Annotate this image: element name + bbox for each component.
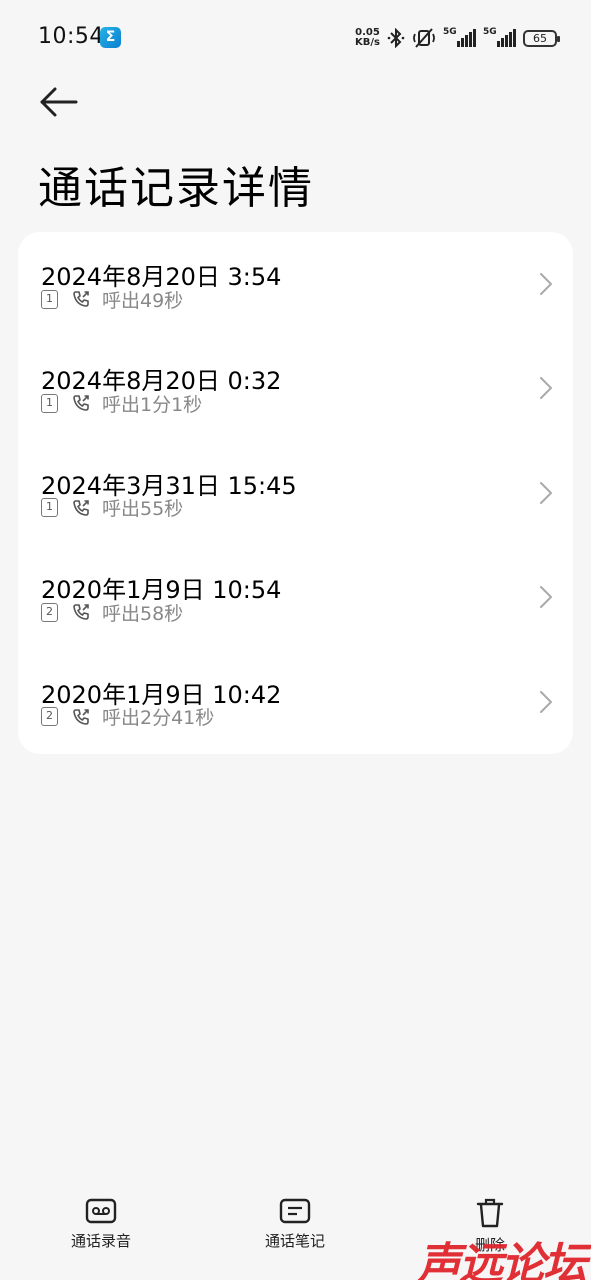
sim-card-icon: 1: [41, 393, 58, 413]
status-icons: 0.05 KB/s 5G 5G 65: [355, 26, 560, 50]
call-log-row[interactable]: 2024年3月31日 15:45 1 呼出55秒: [18, 441, 573, 545]
call-notes-label: 通话笔记: [264, 1232, 325, 1250]
call-log-row[interactable]: 2024年8月20日 0:32 1 呼出1分1秒: [18, 336, 573, 440]
chevron-right-icon: [540, 586, 552, 609]
battery-icon: 65: [523, 29, 560, 47]
call-details: 1 呼出55秒: [41, 496, 183, 520]
status-bar: 10:54 Σ 0.05 KB/s 5G 5G 65: [0, 0, 591, 72]
call-log-row[interactable]: 2024年8月20日 3:54 1 呼出49秒: [18, 232, 573, 336]
call-log-row[interactable]: 2020年1月9日 10:54 2 呼出58秒: [18, 545, 573, 649]
call-details: 2 呼出2分41秒: [41, 705, 214, 729]
call-details: 1 呼出1分1秒: [41, 391, 203, 416]
chevron-right-icon: [540, 690, 552, 713]
call-type-duration: 呼出2分41秒: [102, 707, 215, 730]
back-button[interactable]: [38, 84, 80, 120]
call-type-duration: 呼出55秒: [102, 498, 184, 521]
outgoing-call-icon: [73, 291, 89, 307]
forum-watermark: 声远论坛: [417, 1239, 587, 1280]
chevron-right-icon: [540, 377, 552, 400]
network-speed: 0.05 KB/s: [355, 27, 380, 48]
call-recording-label: 通话录音: [70, 1232, 131, 1250]
call-notes-button[interactable]: 通话笔记: [225, 1190, 365, 1260]
call-details: 1 呼出49秒: [41, 287, 184, 312]
chevron-right-icon: [540, 481, 552, 504]
sim-card-icon: 2: [41, 602, 58, 622]
call-type-duration: 呼出1分1秒: [102, 393, 203, 416]
sim-card-icon: 1: [41, 289, 58, 309]
chevron-right-icon: [540, 273, 552, 295]
app-notification-icon: Σ: [100, 27, 121, 48]
outgoing-call-icon: [73, 395, 89, 412]
recording-icon: [85, 1198, 117, 1224]
sim2-signal-icon: 5G: [483, 27, 516, 47]
sim1-signal-icon: 5G: [443, 27, 476, 47]
bluetooth-icon: [387, 28, 405, 48]
call-log-row[interactable]: 2020年1月9日 10:42 2 呼出2分41秒: [18, 650, 573, 754]
mute-icon: [413, 28, 435, 48]
trash-icon: [476, 1198, 504, 1228]
call-recording-button[interactable]: 通话录音: [31, 1190, 171, 1260]
call-log-list: 2024年8月20日 3:54 1 呼出49秒 2024年8月20日 0:32 1 呼出1…: [18, 232, 573, 754]
sim-card-icon: 1: [41, 498, 58, 518]
notes-icon: [279, 1198, 311, 1224]
call-type-duration: 呼出58秒: [102, 602, 184, 625]
outgoing-call-icon: [73, 604, 89, 620]
page-title: 通话记录详情: [38, 163, 314, 214]
status-time: 10:54: [38, 24, 104, 49]
outgoing-call-icon: [73, 499, 89, 516]
call-type-duration: 呼出49秒: [102, 289, 184, 312]
outgoing-call-icon: [73, 708, 89, 725]
back-arrow-icon: [40, 87, 78, 117]
call-details: 2 呼出58秒: [41, 600, 184, 625]
sim-card-icon: 2: [41, 707, 58, 727]
